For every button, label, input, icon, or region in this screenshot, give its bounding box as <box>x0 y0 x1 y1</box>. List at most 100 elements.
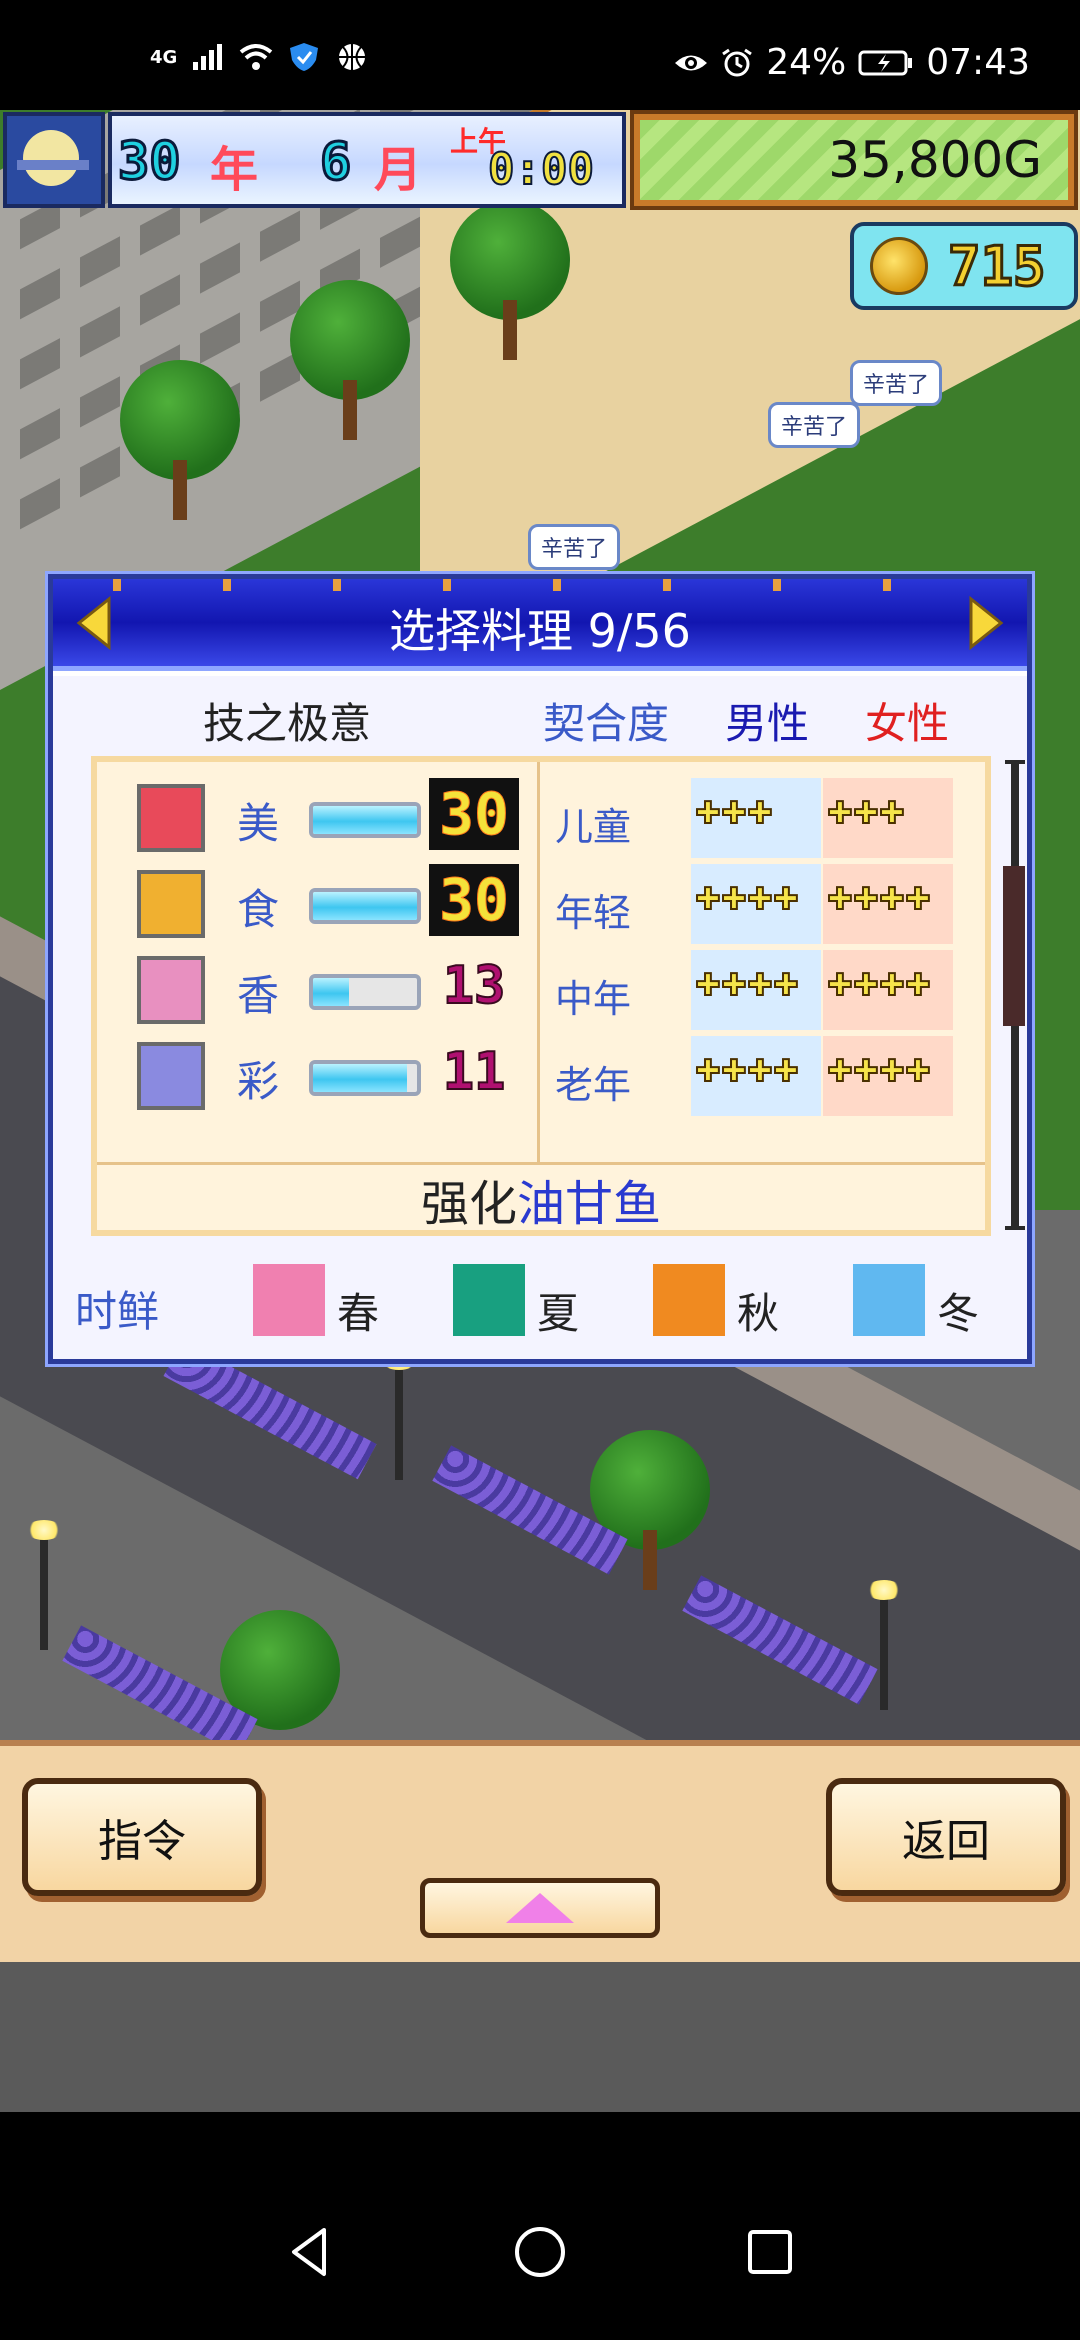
back-button[interactable]: 返回 <box>826 1778 1066 1896</box>
age-row: 年轻 ✚ ✚ ✚ ✚ ✚ ✚ ✚ ✚ <box>543 864 983 944</box>
stat-value: 30 <box>429 864 519 936</box>
star-icon: ✚ <box>878 796 905 831</box>
nav-recent-icon[interactable] <box>740 2222 800 2282</box>
age-row: 老年 ✚ ✚ ✚ ✚ ✚ ✚ ✚ ✚ <box>543 1036 983 1116</box>
month-unit: 月 <box>374 142 423 198</box>
next-dish-button[interactable] <box>959 595 1009 651</box>
star-icon: ✚ <box>720 1054 747 1089</box>
star-icon: ✚ <box>878 968 905 1003</box>
star-icon: ✚ <box>852 968 879 1003</box>
expand-up-button[interactable] <box>420 1878 660 1938</box>
male-rating: ✚ ✚ ✚ ✚ <box>691 1036 821 1116</box>
bottom-command-bar: 指令 返回 <box>0 1740 1080 1962</box>
star-icon: ✚ <box>746 1054 773 1089</box>
stat-row: 美 30 <box>97 778 537 858</box>
network-type: 4G <box>150 46 178 68</box>
season-name: 春 <box>337 1289 380 1338</box>
star-icon: ✚ <box>904 968 931 1003</box>
stat-value: 11 <box>442 1041 507 1103</box>
star-icon: ✚ <box>878 882 905 917</box>
season-name: 冬 <box>937 1289 980 1338</box>
select-dish-dialog: 选择料理 9/56 技之极意 契合度 男性 女性 美 30 食 30 香 13 彩 11 儿童… <box>48 574 1032 1364</box>
stat-name: 香 <box>237 971 280 1020</box>
nav-back-icon[interactable] <box>280 2222 340 2282</box>
cherry-blossom-icon <box>253 1264 325 1336</box>
age-group-name: 老年 <box>555 1063 632 1107</box>
nav-home-icon[interactable] <box>510 2222 570 2282</box>
money-amount: 35,800G <box>828 131 1042 189</box>
battery-icon <box>858 50 913 75</box>
speech-bubble: 辛苦了 <box>768 402 861 448</box>
star-icon: ✚ <box>746 968 773 1003</box>
speech-bubble: 辛苦了 <box>850 360 943 406</box>
game-time: 0:00 <box>487 143 595 196</box>
age-row: 中年 ✚ ✚ ✚ ✚ ✚ ✚ ✚ ✚ <box>543 950 983 1030</box>
star-icon: ✚ <box>826 882 853 917</box>
age-group-name: 儿童 <box>555 805 632 849</box>
star-icon: ✚ <box>826 968 853 1003</box>
beauty-icon <box>137 784 205 852</box>
season-name: 夏 <box>537 1289 580 1338</box>
stat-bar <box>309 888 421 924</box>
time-of-day-panel <box>3 112 105 208</box>
moon-icon <box>17 130 89 186</box>
star-icon: ✚ <box>694 1054 721 1089</box>
star-icon: ✚ <box>772 1054 799 1089</box>
star-icon: ✚ <box>694 796 721 831</box>
street-lamp <box>26 1520 62 1650</box>
stat-value: 30 <box>429 778 519 850</box>
tree-trunk <box>643 1530 657 1590</box>
aroma-icon <box>137 956 205 1024</box>
female-rating: ✚ ✚ ✚ ✚ <box>823 950 953 1030</box>
star-icon: ✚ <box>904 882 931 917</box>
date-panel: 30 年 6 月 上午 0:00 <box>108 112 626 208</box>
color-icon <box>137 1042 205 1110</box>
year-unit: 年 <box>210 142 259 198</box>
female-rating: ✚ ✚ ✚ ✚ <box>823 864 953 944</box>
coin-icon <box>870 237 928 295</box>
wifi-icon <box>240 44 273 70</box>
enhance-line: 强化 油甘鱼 <box>97 1168 985 1232</box>
system-nav-bar <box>0 2112 1080 2340</box>
basketball-icon <box>339 44 366 70</box>
empty-area <box>0 1962 1080 2112</box>
tree-trunk <box>173 460 187 520</box>
star-icon: ✚ <box>878 1054 905 1089</box>
coin-count: 715 <box>947 233 1048 299</box>
season-row: 时鲜 春 夏 秋 冬 <box>53 1250 1027 1358</box>
up-arrow-icon <box>506 1893 574 1923</box>
dialog-body: 技之极意 契合度 男性 女性 美 30 食 30 香 13 彩 11 儿童 ✚ ✚ ✚ ✚ ✚ ✚ 年轻 ✚ ✚… <box>53 676 1027 1359</box>
status-bar: 4G 24% 07:43 <box>0 0 1080 110</box>
stat-bar-fill <box>313 1064 407 1092</box>
tree-trunk <box>343 380 357 440</box>
shield-icon <box>290 43 319 71</box>
coin-panel[interactable]: 715 <box>850 222 1078 310</box>
maple-leaf-icon <box>653 1264 725 1336</box>
snowflake-icon <box>853 1264 925 1336</box>
star-icon: ✚ <box>852 882 879 917</box>
speech-bubble: 辛苦了 <box>528 524 621 570</box>
season-item: 春 <box>253 1264 413 1344</box>
skill-heading: 技之极意 <box>203 699 372 748</box>
star-icon: ✚ <box>904 1054 931 1089</box>
male-rating: ✚ ✚ ✚ ✚ <box>691 864 821 944</box>
stat-bar-fill <box>313 978 350 1006</box>
stat-bar <box>309 802 421 838</box>
alarm-icon <box>722 48 753 76</box>
stat-bar-fill <box>313 892 417 920</box>
taste-icon <box>137 870 205 938</box>
command-button[interactable]: 指令 <box>22 1778 262 1896</box>
stat-name: 彩 <box>237 1057 280 1106</box>
scrollbar-thumb[interactable] <box>1003 866 1025 1026</box>
screen: 4G 24% 07:43 辛苦了 辛苦了 辛苦了 30 年 6 月 上午 0:0… <box>0 0 1080 2340</box>
street-lamp <box>381 1350 417 1480</box>
star-icon: ✚ <box>720 882 747 917</box>
month-number: 6 <box>318 131 352 194</box>
star-icon: ✚ <box>694 882 721 917</box>
star-icon: ✚ <box>852 1054 879 1089</box>
stat-name: 食 <box>237 885 280 934</box>
female-rating: ✚ ✚ ✚ <box>823 778 953 858</box>
female-heading: 女性 <box>865 699 950 748</box>
female-rating: ✚ ✚ ✚ ✚ <box>823 1036 953 1116</box>
stat-name: 美 <box>237 799 280 848</box>
